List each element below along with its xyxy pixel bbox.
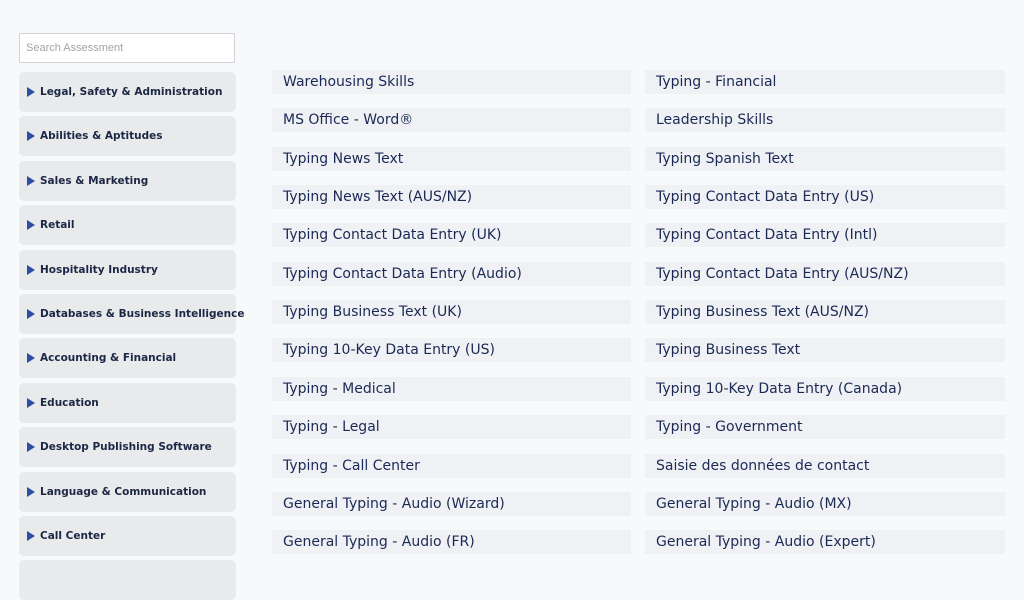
category-label: Language & Communication xyxy=(40,485,207,498)
assessment-link[interactable]: Typing Contact Data Entry (Intl) xyxy=(656,227,877,243)
assessment-item[interactable]: General Typing - Audio (Expert) xyxy=(645,530,1005,555)
category-label: Legal, Safety & Administration xyxy=(40,86,223,98)
assessment-item[interactable]: Typing 10-Key Data Entry (US) xyxy=(272,338,631,363)
assessment-link[interactable]: MS Office - Word® xyxy=(283,112,413,128)
assessment-link[interactable]: General Typing - Audio (MX) xyxy=(656,496,852,512)
assessment-item[interactable]: General Typing - Audio (Wizard) xyxy=(272,491,631,516)
assessment-link[interactable]: Typing Spanish Text xyxy=(656,151,794,167)
category-item[interactable]: Legal, Safety & Administration xyxy=(19,72,236,112)
expand-arrow-icon xyxy=(27,531,35,541)
category-label: Hospitality Industry xyxy=(40,263,158,276)
expand-arrow-icon xyxy=(27,397,35,408)
assessment-item[interactable]: Saisie des données de contact xyxy=(645,453,1005,478)
assessment-item[interactable]: Typing News Text (AUS/NZ) xyxy=(272,185,631,210)
expand-arrow-icon xyxy=(27,486,35,497)
assessment-item[interactable]: Typing Contact Data Entry (AUS/NZ) xyxy=(645,261,1005,286)
assessment-item[interactable]: Typing - Government xyxy=(645,415,1005,440)
expand-arrow-icon xyxy=(27,87,35,97)
expand-arrow-icon xyxy=(27,309,35,319)
assessment-item[interactable]: Typing Contact Data Entry (Intl) xyxy=(645,223,1005,248)
category-item-partial[interactable] xyxy=(19,560,236,600)
expand-arrow-icon xyxy=(27,442,35,453)
category-label: Desktop Publishing Software xyxy=(40,441,212,454)
assessment-link[interactable]: Typing - Medical xyxy=(283,381,396,397)
assessment-link[interactable]: Typing Business Text xyxy=(656,342,800,358)
search-assessment-input[interactable] xyxy=(19,33,235,63)
expand-arrow-icon xyxy=(27,264,35,275)
category-item[interactable]: Sales & Marketing xyxy=(19,160,236,201)
assessment-item[interactable]: Typing - Financial xyxy=(645,70,1005,94)
assessment-link[interactable]: Typing Contact Data Entry (AUS/NZ) xyxy=(656,266,909,282)
category-label: Education xyxy=(40,396,99,409)
category-item[interactable]: Abilities & Aptitudes xyxy=(19,116,236,157)
assessment-item[interactable]: Typing Spanish Text xyxy=(645,146,1005,171)
assessment-link[interactable]: Leadership Skills xyxy=(656,112,773,128)
assessment-item[interactable]: Typing News Text xyxy=(272,146,631,171)
category-item[interactable]: Databases & Business Intelligence xyxy=(19,294,244,334)
assessment-link[interactable]: Typing Business Text (AUS/NZ) xyxy=(656,304,869,320)
category-item[interactable]: Call Center xyxy=(19,516,236,556)
assessment-item[interactable]: Typing 10-Key Data Entry (Canada) xyxy=(645,376,1005,401)
category-item[interactable]: Desktop Publishing Software xyxy=(19,427,236,468)
category-label: Abilities & Aptitudes xyxy=(40,130,163,143)
assessment-item[interactable]: Typing - Medical xyxy=(272,376,631,401)
category-item[interactable]: Hospitality Industry xyxy=(19,249,236,290)
category-item[interactable]: Accounting & Financial xyxy=(19,338,236,379)
category-item[interactable]: Education xyxy=(19,382,236,423)
expand-arrow-icon xyxy=(27,131,35,142)
assessment-link[interactable]: General Typing - Audio (FR) xyxy=(283,534,475,550)
assessment-link[interactable]: General Typing - Audio (Wizard) xyxy=(283,496,505,512)
category-label: Sales & Marketing xyxy=(40,174,149,187)
assessment-item[interactable]: General Typing - Audio (MX) xyxy=(645,491,1005,516)
assessment-link[interactable]: Typing News Text (AUS/NZ) xyxy=(283,189,472,205)
assessment-link[interactable]: Typing Contact Data Entry (UK) xyxy=(283,227,502,243)
assessment-link[interactable]: Typing 10-Key Data Entry (Canada) xyxy=(656,381,902,397)
assessment-link[interactable]: General Typing - Audio (Expert) xyxy=(656,534,876,550)
assessment-link[interactable]: Typing - Legal xyxy=(283,419,380,435)
category-item[interactable]: Language & Communication xyxy=(19,471,236,512)
category-label: Databases & Business Intelligence xyxy=(40,308,245,320)
category-label: Accounting & Financial xyxy=(40,352,177,365)
assessment-link[interactable]: Typing - Financial xyxy=(656,74,776,90)
assessment-item[interactable]: Typing - Legal xyxy=(272,415,631,440)
assessment-link[interactable]: Typing Contact Data Entry (US) xyxy=(656,189,874,205)
assessment-item[interactable]: Typing Contact Data Entry (Audio) xyxy=(272,261,631,286)
assessment-item[interactable]: Typing Contact Data Entry (US) xyxy=(645,185,1005,210)
assessment-item[interactable]: Typing Business Text (AUS/NZ) xyxy=(645,300,1005,325)
category-label: Call Center xyxy=(40,530,106,542)
assessment-item[interactable]: MS Office - Word® xyxy=(272,108,631,133)
assessment-link[interactable]: Typing 10-Key Data Entry (US) xyxy=(283,342,495,358)
assessment-item[interactable]: Typing Business Text xyxy=(645,338,1005,363)
assessment-item[interactable]: Leadership Skills xyxy=(645,108,1005,133)
assessment-link[interactable]: Typing - Government xyxy=(656,419,802,435)
assessment-link[interactable]: Typing News Text xyxy=(283,151,403,167)
assessment-item[interactable]: Warehousing Skills xyxy=(272,70,631,94)
assessment-item[interactable]: General Typing - Audio (FR) xyxy=(272,530,631,555)
expand-arrow-icon xyxy=(27,353,35,364)
assessment-link[interactable]: Typing Business Text (UK) xyxy=(283,304,462,320)
expand-arrow-icon xyxy=(27,220,35,231)
category-item[interactable]: Retail xyxy=(19,205,236,246)
assessment-link[interactable]: Typing Contact Data Entry (Audio) xyxy=(283,266,522,282)
category-label: Retail xyxy=(40,219,75,232)
assessment-link[interactable]: Warehousing Skills xyxy=(283,74,414,90)
expand-arrow-icon xyxy=(27,175,35,186)
assessment-item[interactable]: Typing Business Text (UK) xyxy=(272,300,631,325)
assessment-link[interactable]: Saisie des données de contact xyxy=(656,458,869,474)
assessment-link[interactable]: Typing - Call Center xyxy=(283,458,420,474)
assessment-item[interactable]: Typing - Call Center xyxy=(272,453,631,478)
assessment-item[interactable]: Typing Contact Data Entry (UK) xyxy=(272,223,631,248)
